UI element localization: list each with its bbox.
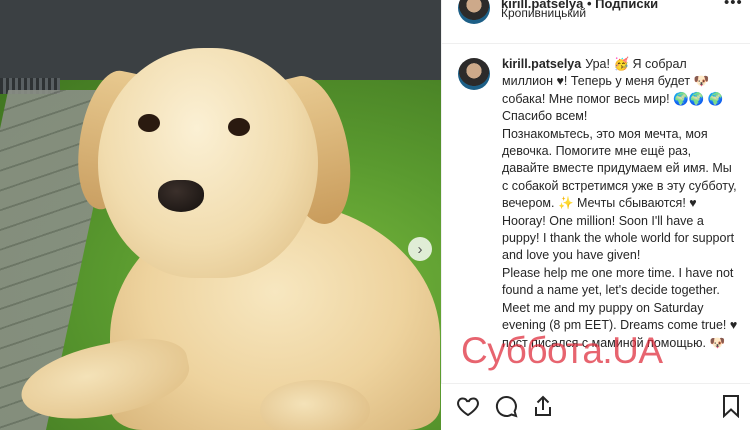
caption-username[interactable]: kirill.patselya — [502, 57, 581, 71]
more-options-icon[interactable]: ••• — [724, 0, 743, 11]
post-actions-bar — [441, 383, 750, 431]
dog-eye-right — [228, 118, 250, 136]
caption-text-block: kirill.patselya Ура! 🥳 Я собрал миллион ♥… — [502, 56, 740, 352]
comment-icon[interactable] — [494, 394, 520, 420]
header-divider — [442, 43, 750, 44]
avatar[interactable] — [458, 0, 490, 24]
post-header: kirill.patselya • Подписки Кропивницький… — [442, 0, 750, 32]
dog-head — [98, 48, 318, 278]
heart-icon[interactable] — [456, 394, 482, 420]
post-photo[interactable]: › — [0, 0, 441, 430]
bookmark-icon[interactable] — [719, 394, 745, 420]
chevron-right-icon[interactable]: › — [408, 237, 432, 261]
watermark: Суббота.UA — [461, 330, 663, 371]
dog-nose — [158, 180, 204, 212]
avatar[interactable] — [458, 58, 490, 90]
dog-eye-left — [138, 114, 160, 132]
header-location[interactable]: Кропивницький — [501, 6, 586, 20]
share-icon[interactable] — [531, 394, 557, 420]
caption-body: Ура! 🥳 Я собрал миллион ♥! Теперь у меня… — [502, 57, 738, 350]
